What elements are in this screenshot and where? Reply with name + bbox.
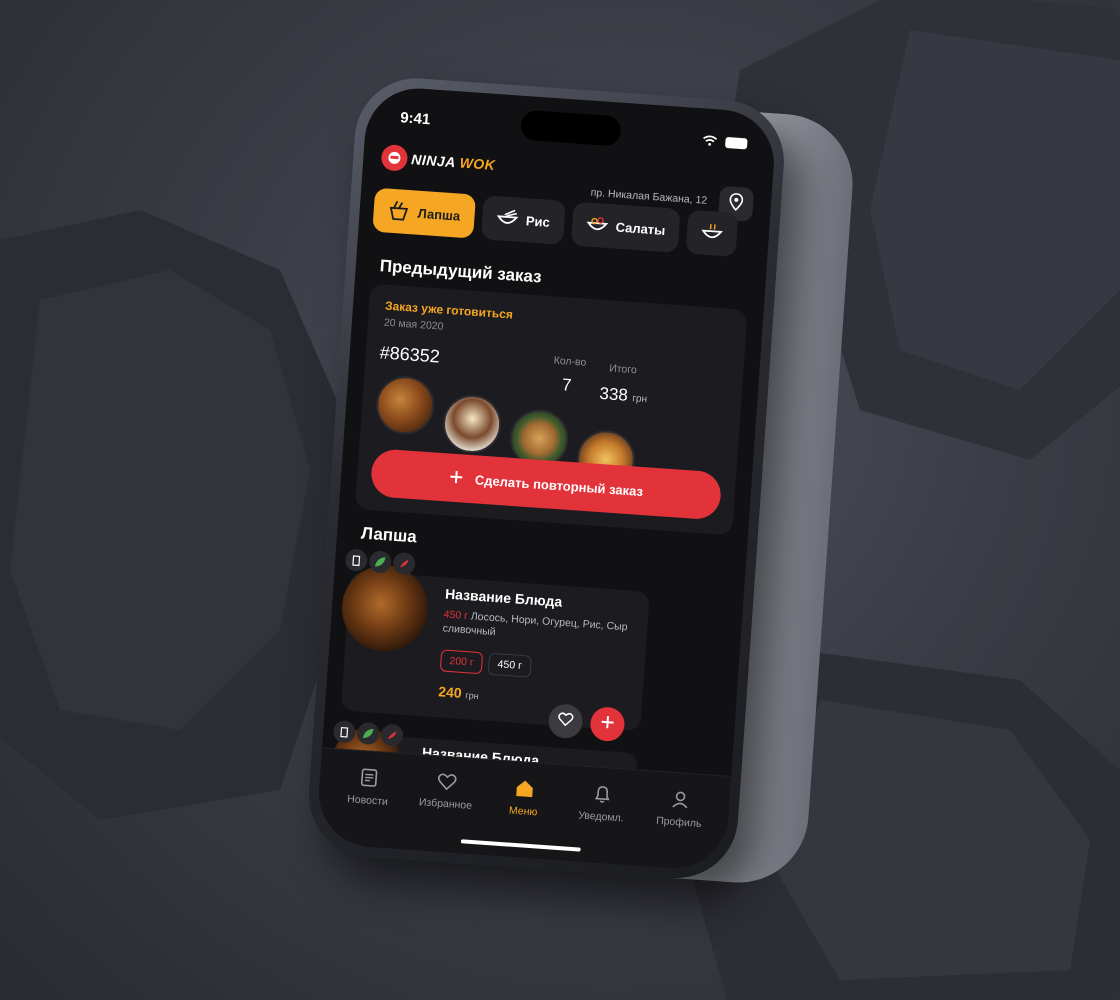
scene-background: 9:41 NINJA WOK пр. Никалая Бажана, 12 Ла… (0, 0, 1120, 1000)
logo-word-ninja: NINJA (410, 151, 456, 171)
category-tab-more[interactable] (685, 209, 739, 257)
tab-label: Избранное (418, 796, 473, 812)
tab-notifications[interactable]: Уведомл. (566, 782, 635, 865)
logo-wordmark: NINJA WOK (411, 151, 496, 173)
dish-price: 240 грн (438, 683, 480, 702)
chili-badge-icon (392, 551, 416, 576)
salad-icon (585, 214, 608, 236)
plus-icon (600, 714, 615, 734)
tab-news[interactable]: Новости (332, 765, 401, 848)
battery-icon (724, 136, 748, 150)
logo-word-wok: WOK (459, 154, 496, 173)
bell-icon (592, 783, 614, 807)
category-tab-rice[interactable]: Рис (480, 195, 566, 245)
category-label: Рис (525, 212, 551, 230)
wifi-icon (702, 132, 718, 150)
dish-price-currency: грн (465, 690, 479, 702)
tab-label: Меню (508, 804, 538, 819)
dish-badges (344, 548, 416, 576)
noodles-icon (387, 199, 411, 223)
weight-options: 200 г 450 г (439, 649, 532, 678)
order-number: #86352 (379, 342, 441, 367)
soup-icon (700, 222, 724, 244)
dish-ingredients: Лосось, Нори, Огурец, Рис, Сыр сливочный (442, 610, 628, 639)
dish-thumbnail (374, 374, 437, 437)
category-tab-noodles[interactable]: Лапша (372, 187, 476, 239)
weight-option-200[interactable]: 200 г (439, 649, 484, 675)
order-total-label: Итого (608, 362, 638, 377)
weight-option-450[interactable]: 450 г (487, 652, 532, 678)
tab-label: Новости (346, 793, 389, 809)
dish-weight: 450 г (443, 608, 469, 623)
bottom-tab-bar: Новости Избранное Меню Уведомл. Профиль (315, 747, 732, 872)
tab-label: Уведомл. (577, 809, 625, 825)
repeat-order-label: Сделать повторный заказ (474, 471, 644, 499)
drink-badge-icon (332, 720, 357, 744)
status-time: 9:41 (399, 109, 431, 129)
tab-label: Профиль (655, 814, 702, 830)
heart-icon (557, 711, 574, 731)
plus-icon (448, 469, 463, 487)
news-icon (358, 767, 380, 791)
rice-bowl-icon (495, 208, 519, 230)
daruma-logo-icon (380, 144, 409, 172)
tab-profile[interactable]: Профиль (644, 787, 713, 870)
previous-order-title: Предыдущий заказ (379, 256, 543, 287)
order-qty-label: Кол-во (553, 354, 587, 369)
category-tab-salads[interactable]: Салаты (570, 201, 681, 253)
drink-badge-icon (344, 548, 369, 572)
dish-description: 450 г Лосось, Нори, Огурец, Рис, Сыр сли… (442, 607, 633, 648)
dish-image (339, 562, 431, 655)
dish-name: Название Блюда (444, 585, 563, 610)
home-icon (514, 778, 536, 802)
previous-order-card: Заказ уже готовиться 20 мая 2020 #86352 … (354, 283, 748, 536)
category-label: Лапша (417, 205, 461, 224)
order-date: 20 мая 2020 (383, 316, 444, 333)
dish-price-value: 240 (437, 683, 463, 701)
heart-icon (436, 772, 457, 794)
menu-section-title: Лапша (360, 523, 418, 547)
phone-frame: 9:41 NINJA WOK пр. Никалая Бажана, 12 Ла… (304, 74, 789, 883)
user-icon (669, 789, 691, 813)
leaf-badge-icon (356, 721, 380, 746)
dish-thumbnail (441, 393, 504, 455)
status-icons (702, 132, 748, 152)
category-label: Салаты (615, 219, 666, 238)
phone-mockup: 9:41 NINJA WOK пр. Никалая Бажана, 12 Ла… (302, 74, 858, 925)
leaf-badge-icon (368, 550, 392, 574)
chili-badge-icon (380, 723, 404, 747)
app-screen: 9:41 NINJA WOK пр. Никалая Бажана, 12 Ла… (315, 84, 778, 872)
app-logo[interactable]: NINJA WOK (380, 144, 497, 178)
